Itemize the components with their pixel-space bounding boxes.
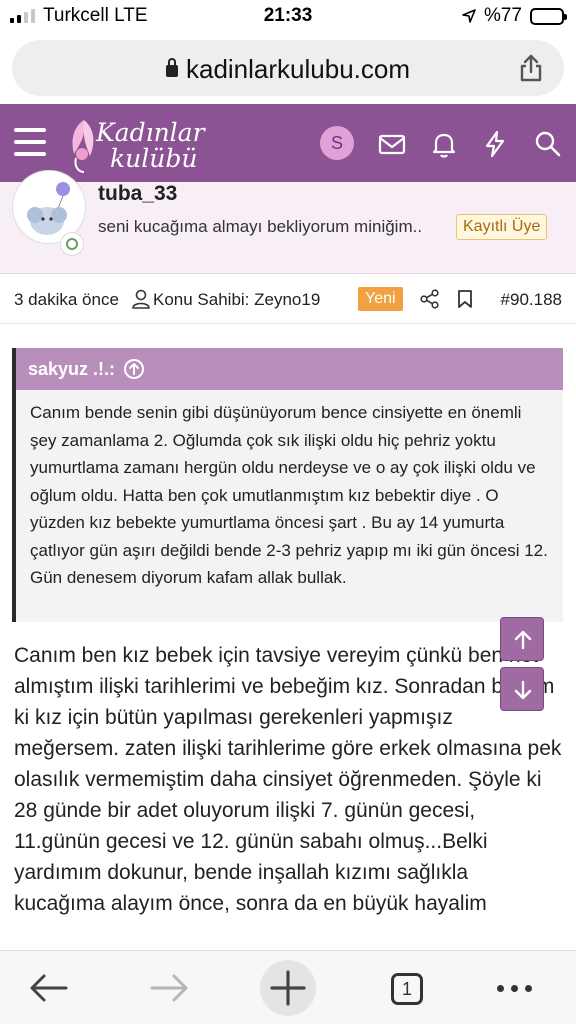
account-avatar[interactable]: S (320, 126, 354, 160)
scroll-up-button[interactable] (500, 617, 544, 661)
search-icon[interactable] (532, 128, 564, 160)
arrow-up-circle-icon[interactable] (123, 358, 145, 380)
forward-icon[interactable] (144, 963, 194, 1013)
user-icon (132, 289, 150, 309)
quote-author: sakyuz .!.: (28, 358, 116, 379)
arrow-down-icon (514, 680, 532, 700)
lock-icon (165, 58, 178, 77)
browser-address-area: kadinlarkulubu.com (0, 32, 576, 104)
bookmark-icon[interactable] (457, 289, 473, 309)
browser-toolbar: 1 (0, 950, 576, 1024)
quote-text: Canım bende senin gibi düşünüyorum bence… (30, 403, 548, 587)
post-number[interactable]: #90.188 (501, 290, 562, 310)
share-post-icon[interactable] (420, 289, 440, 309)
quote-header[interactable]: sakyuz .!.: (16, 348, 563, 390)
quote-block: sakyuz .!.: Canım bende senin gibi düşün… (12, 348, 563, 622)
post-username[interactable]: tuba_33 (98, 182, 177, 206)
user-title: seni kucağıma almayı bekliyorum miniğim.… (98, 217, 423, 236)
address-bar[interactable]: kadinlarkulubu.com (12, 40, 564, 96)
logo-line-1: Kadınlar (96, 118, 205, 147)
plus-icon (270, 970, 306, 1006)
bolt-icon[interactable] (479, 128, 511, 160)
logo-line-2: kulübü (110, 144, 198, 173)
status-right: %77 (462, 5, 567, 27)
tabs-icon[interactable]: 1 (391, 973, 423, 1005)
post-meta-row: 3 dakika önce Konu Sahibi: Zeyno19 Yeni … (0, 276, 576, 324)
url-display[interactable]: kadinlarkulubu.com (12, 54, 564, 85)
post-author-block: tuba_33 seni kucağıma almayı bekliyorum … (0, 170, 576, 274)
new-badge: Yeni (358, 287, 403, 311)
arrow-up-icon (514, 630, 532, 650)
site-logo[interactable]: Kadınlar kulübü (64, 114, 224, 174)
post-time[interactable]: 3 dakika önce (14, 290, 119, 310)
battery-icon (530, 7, 567, 25)
new-tab-button[interactable] (260, 960, 316, 1016)
user-role-badge: Kayıtlı Üye (456, 214, 548, 240)
logo-text: Kadınlar kulübü (96, 120, 205, 172)
menu-icon[interactable] (14, 128, 46, 158)
online-status-icon (60, 232, 84, 256)
site-header: Kadınlar kulübü S (0, 104, 576, 182)
back-icon[interactable] (24, 963, 74, 1013)
status-bar: Turkcell LTE 21:33 %77 (0, 0, 576, 32)
more-icon[interactable] (497, 985, 532, 992)
scroll-down-button[interactable] (500, 667, 544, 711)
thread-owner: Konu Sahibi: Zeyno19 (153, 290, 321, 309)
url-text: kadinlarkulubu.com (185, 54, 410, 84)
post-message: Canım ben kız bebek için tavsiye vereyim… (14, 644, 562, 915)
battery-percent: %77 (483, 5, 522, 26)
mail-icon[interactable] (376, 128, 408, 160)
bell-icon[interactable] (428, 128, 460, 160)
location-arrow-icon (462, 9, 476, 23)
share-icon[interactable] (516, 53, 546, 83)
